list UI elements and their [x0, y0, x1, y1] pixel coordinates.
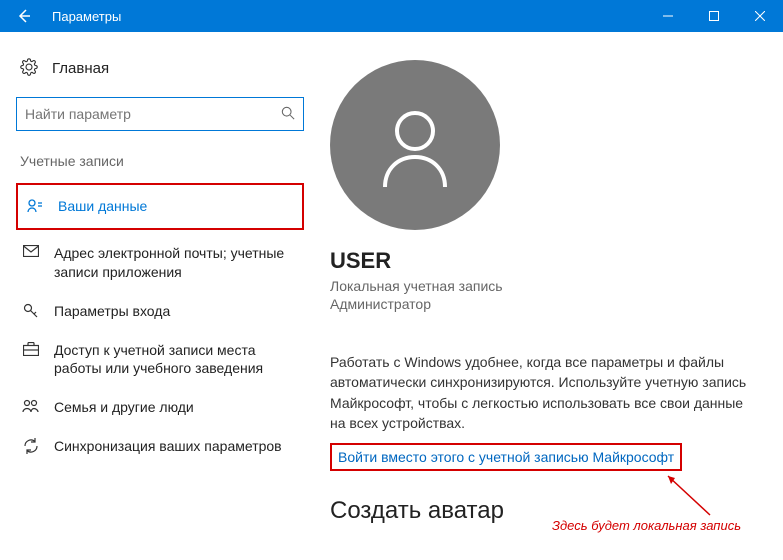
search-box[interactable]	[16, 97, 304, 131]
signin-microsoft-link[interactable]: Войти вместо этого с учетной записью Май…	[338, 449, 674, 465]
window-controls	[645, 0, 783, 32]
close-icon	[755, 11, 765, 21]
people-icon	[22, 399, 40, 413]
home-link[interactable]: Главная	[16, 50, 304, 97]
minimize-icon	[663, 11, 673, 21]
sync-description: Работать с Windows удобнее, когда все па…	[330, 352, 747, 433]
gear-icon	[20, 58, 38, 79]
home-label: Главная	[52, 60, 109, 77]
annotation-highlight-signin-link: Войти вместо этого с учетной записью Май…	[330, 443, 682, 471]
sidebar-item-label: Доступ к учетной записи места работы или…	[54, 341, 298, 379]
search-icon	[281, 106, 295, 123]
sidebar-item-label: Синхронизация ваших параметров	[54, 437, 282, 456]
sidebar-item-work-school[interactable]: Доступ к учетной записи места работы или…	[16, 331, 304, 389]
back-arrow-icon	[16, 8, 32, 24]
annotation-text: Здесь будет локальная запись	[552, 518, 741, 533]
window-title: Параметры	[48, 9, 645, 24]
annotation-arrow	[660, 470, 720, 520]
close-button[interactable]	[737, 0, 783, 32]
person-badge-icon	[26, 198, 44, 214]
account-type: Локальная учетная запись	[330, 278, 747, 294]
back-button[interactable]	[0, 0, 48, 32]
section-label: Учетные записи	[16, 153, 304, 183]
briefcase-icon	[22, 342, 40, 356]
search-input[interactable]	[25, 106, 281, 122]
sidebar-item-label: Адрес электронной почты; учетные записи …	[54, 244, 298, 282]
maximize-button[interactable]	[691, 0, 737, 32]
maximize-icon	[709, 11, 719, 21]
sidebar-item-signin-options[interactable]: Параметры входа	[16, 292, 304, 331]
sidebar-item-sync[interactable]: Синхронизация ваших параметров	[16, 427, 304, 466]
sidebar-item-label: Семья и другие люди	[54, 398, 194, 417]
sidebar-item-email-accounts[interactable]: Адрес электронной почты; учетные записи …	[16, 234, 304, 292]
sidebar: Главная Учетные записи Ваши данные Адрес…	[0, 32, 320, 560]
avatar	[330, 60, 500, 230]
sidebar-item-label: Параметры входа	[54, 302, 170, 321]
sync-icon	[22, 438, 40, 454]
sidebar-item-label: Ваши данные	[58, 197, 147, 216]
key-icon	[22, 303, 40, 319]
username: USER	[330, 248, 747, 274]
titlebar: Параметры	[0, 0, 783, 32]
person-icon	[365, 95, 465, 195]
mail-icon	[22, 245, 40, 257]
sidebar-item-family[interactable]: Семья и другие люди	[16, 388, 304, 427]
annotation-highlight-your-info: Ваши данные	[16, 183, 304, 230]
sidebar-item-your-info[interactable]: Ваши данные	[20, 187, 300, 226]
account-role: Администратор	[330, 296, 747, 312]
minimize-button[interactable]	[645, 0, 691, 32]
